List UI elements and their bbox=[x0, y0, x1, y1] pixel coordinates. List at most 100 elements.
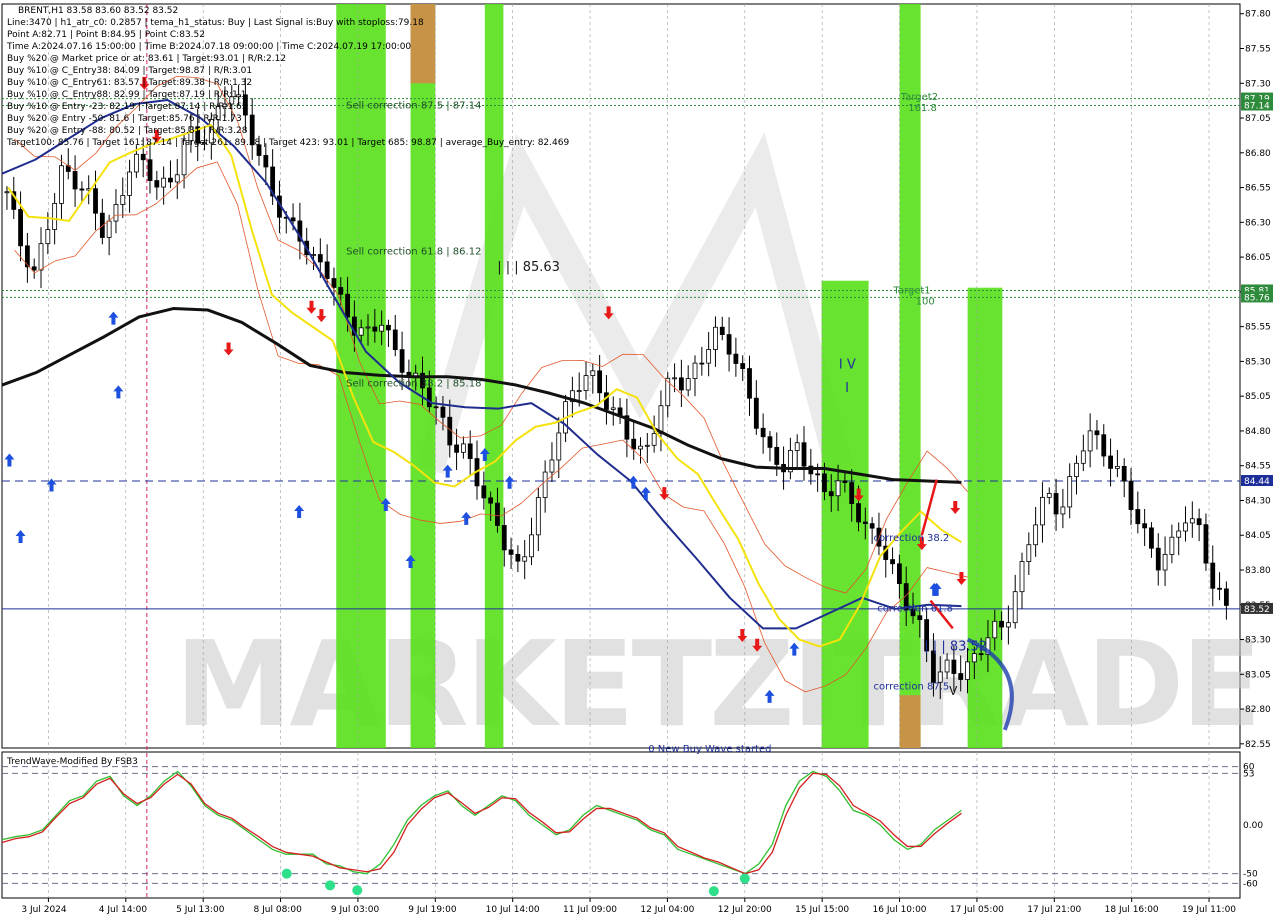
candle-body-163 bbox=[1114, 465, 1120, 469]
candle-body-48 bbox=[331, 278, 337, 288]
xtick-label-15: 19 Jul 11:00 bbox=[1182, 905, 1236, 915]
ytick-label-16: 83.80 bbox=[1245, 566, 1271, 576]
candle-body-66 bbox=[454, 444, 459, 453]
candle-body-76 bbox=[522, 556, 528, 562]
candle-body-4 bbox=[31, 266, 37, 271]
candle-body-38 bbox=[263, 155, 269, 168]
overlay-line-1: Point A:82.71 | Point B:84.95 | Point C:… bbox=[7, 30, 205, 40]
price-label-4: 84.44 bbox=[1244, 477, 1270, 487]
candle-body-153 bbox=[1046, 493, 1052, 498]
annotation-1: Sell correction 61.8 | 86.12 bbox=[346, 246, 481, 257]
candle-body-104 bbox=[713, 326, 718, 350]
candle-body-6 bbox=[45, 229, 51, 245]
candle-body-87 bbox=[597, 370, 603, 394]
overlay-line-3: Buy %20 @ Market price or at: 83.61 | Ta… bbox=[7, 54, 286, 64]
zone-7 bbox=[967, 287, 1003, 748]
candle-body-178 bbox=[1217, 587, 1222, 590]
overlay-line-6: Buy %10 @ C_Entry88: 82.99 | Target:87.1… bbox=[7, 90, 246, 100]
candle-body-116 bbox=[794, 442, 800, 451]
symbol-header: BRENT,H1 83.58 83.60 83.52 83.52 bbox=[18, 6, 178, 16]
candle-body-17 bbox=[120, 195, 126, 205]
candle-body-113 bbox=[774, 446, 780, 465]
annotation-7: 100 bbox=[916, 296, 935, 307]
ytick-label-5: 86.55 bbox=[1245, 184, 1271, 194]
indicator-tick-3: -50 bbox=[1243, 870, 1258, 880]
candle-body-16 bbox=[113, 204, 119, 222]
candle-body-146 bbox=[999, 620, 1004, 628]
candle-body-109 bbox=[747, 368, 752, 399]
xtick-label-5: 9 Jul 19:00 bbox=[408, 905, 457, 915]
ytick-label-13: 84.55 bbox=[1245, 462, 1271, 472]
candle-body-148 bbox=[1012, 591, 1018, 624]
zone-5 bbox=[899, 4, 921, 748]
candle-body-100 bbox=[685, 378, 691, 391]
ytick-label-14: 84.30 bbox=[1245, 496, 1271, 506]
candle-body-105 bbox=[719, 326, 725, 335]
annotation-2: Sell correction 38.2 | 85.18 bbox=[346, 378, 481, 389]
candle-body-72 bbox=[495, 502, 500, 526]
candle-body-170 bbox=[1162, 554, 1168, 571]
indicator-tick-4: -60 bbox=[1243, 879, 1258, 889]
xtick-label-10: 15 Jul 15:00 bbox=[795, 905, 849, 915]
annotation-11: correction 61.8 bbox=[877, 604, 953, 615]
xtick-label-7: 11 Jul 09:00 bbox=[563, 905, 617, 915]
annotation-0: Sell correction 87.5 | 87.14 bbox=[346, 100, 481, 111]
candle-body-157 bbox=[1074, 462, 1079, 477]
candle-body-161 bbox=[1101, 434, 1107, 457]
candle-body-63 bbox=[433, 406, 439, 409]
candle-body-151 bbox=[1033, 524, 1039, 546]
annotation-9: I bbox=[845, 381, 849, 396]
candle-body-120 bbox=[822, 473, 827, 493]
indicator-dot-1 bbox=[325, 880, 336, 891]
xtick-label-0: 3 Jul 2024 bbox=[21, 905, 66, 915]
candle-body-156 bbox=[1067, 476, 1073, 508]
candle-body-119 bbox=[815, 473, 821, 476]
candle-body-22 bbox=[154, 180, 160, 188]
candle-body-150 bbox=[1026, 544, 1032, 562]
candle-body-168 bbox=[1149, 527, 1154, 549]
ytick-label-19: 83.05 bbox=[1245, 670, 1271, 680]
brent-h1-chart[interactable]: MARKETZITRADESell correction 87.5 | 87.1… bbox=[0, 0, 1280, 920]
candle-body-158 bbox=[1080, 450, 1086, 464]
candle-body-131 bbox=[896, 563, 902, 584]
candle-body-74 bbox=[508, 549, 514, 555]
candle-body-125 bbox=[856, 503, 861, 523]
candle-body-147 bbox=[1005, 622, 1011, 628]
candle-body-77 bbox=[529, 534, 534, 558]
candle-body-15 bbox=[106, 220, 112, 238]
candle-body-127 bbox=[869, 523, 875, 529]
candle-body-79 bbox=[542, 471, 548, 498]
candle-body-108 bbox=[740, 363, 746, 369]
candle-body-57 bbox=[392, 329, 398, 351]
indicator-tick-2: 0.00 bbox=[1243, 821, 1263, 831]
candle-body-19 bbox=[133, 153, 139, 173]
candle-body-106 bbox=[726, 334, 732, 355]
overlay-line-9: Buy %20 @ Entry -88: 80.52 | Target:85.8… bbox=[7, 126, 248, 136]
candle-body-47 bbox=[324, 261, 330, 279]
candle-body-18 bbox=[127, 171, 132, 196]
ytick-label-7: 86.05 bbox=[1245, 253, 1271, 263]
candle-body-152 bbox=[1040, 496, 1045, 526]
candle-body-0 bbox=[4, 191, 10, 194]
ytick-label-18: 83.30 bbox=[1245, 636, 1271, 646]
candle-body-20 bbox=[140, 153, 146, 161]
candle-body-71 bbox=[488, 497, 494, 504]
zone-2 bbox=[410, 4, 436, 84]
ytick-label-12: 84.80 bbox=[1245, 427, 1271, 437]
candle-body-53 bbox=[365, 326, 371, 329]
candle-body-89 bbox=[610, 407, 616, 410]
candle-body-10 bbox=[72, 171, 78, 190]
candle-body-5 bbox=[38, 243, 44, 271]
candle-body-98 bbox=[672, 377, 677, 380]
candle-body-2 bbox=[18, 209, 23, 247]
candle-body-64 bbox=[440, 406, 446, 418]
indicator-tick-1: 53 bbox=[1243, 769, 1254, 779]
candle-body-14 bbox=[99, 212, 105, 238]
candle-body-73 bbox=[501, 525, 507, 551]
indicator-dot-3 bbox=[708, 886, 719, 897]
xtick-label-2: 5 Jul 13:00 bbox=[176, 905, 225, 915]
xtick-label-1: 4 Jul 14:00 bbox=[99, 905, 148, 915]
ytick-label-4: 86.80 bbox=[1245, 149, 1271, 159]
annotation-14: V bbox=[949, 684, 958, 698]
candle-body-11 bbox=[79, 188, 85, 191]
